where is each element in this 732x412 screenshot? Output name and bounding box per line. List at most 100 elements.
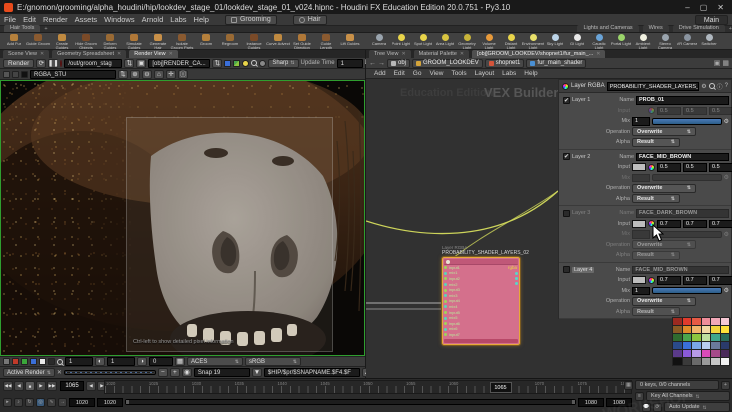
close-tab-icon[interactable]: ✕ <box>460 50 464 58</box>
exposure-icon[interactable]: ◑ <box>137 357 147 366</box>
global-start-field[interactable]: 1020 <box>69 397 95 407</box>
gear-icon[interactable]: ⚙ <box>724 174 729 181</box>
shelf-tool[interactable]: Environment Light <box>522 34 544 49</box>
input-connector-icon[interactable] <box>444 316 447 320</box>
palette-swatch[interactable] <box>682 318 691 325</box>
gear-icon[interactable]: ⚙ <box>724 118 729 125</box>
palette-swatch[interactable] <box>701 342 710 349</box>
input-g-field[interactable]: 0.5 <box>683 106 707 115</box>
shelf-tool[interactable]: Portal Light <box>610 34 632 46</box>
input-connector-icon[interactable] <box>444 322 447 326</box>
magnify-icon[interactable] <box>251 60 258 66</box>
mix-slider[interactable] <box>652 174 722 182</box>
menu-item[interactable]: Arnold <box>142 15 164 24</box>
color-swatch[interactable] <box>632 276 646 285</box>
palette-swatch[interactable] <box>701 318 710 325</box>
current-frame-field[interactable]: 1065 <box>60 381 84 391</box>
render-button[interactable]: Render <box>3 58 35 68</box>
palette-swatch[interactable] <box>692 350 701 357</box>
shelf-tool[interactable]: Distant Light <box>500 34 522 49</box>
network-menu-item[interactable]: Labs <box>502 70 516 77</box>
color-wheel-icon[interactable] <box>648 107 655 115</box>
operation-dropdown[interactable]: Overwrite ⇅ <box>632 240 696 250</box>
playhead[interactable]: 1065 <box>489 382 512 393</box>
shelf-tool[interactable]: Sky Light <box>544 34 566 46</box>
full-color-icon[interactable] <box>3 358 10 365</box>
zoom-in-icon[interactable]: ⊕ <box>130 69 140 79</box>
palette-swatch[interactable] <box>692 342 701 349</box>
pan-icon[interactable]: ✛ <box>166 69 176 79</box>
input-connector-icon[interactable] <box>444 277 447 281</box>
shelf-tool[interactable]: VR Camera <box>676 34 698 46</box>
zoom-out-icon[interactable]: ⊖ <box>142 69 152 79</box>
close-button[interactable]: ✕ <box>717 3 724 12</box>
pane-link-icon[interactable] <box>3 70 10 78</box>
palette-swatch[interactable] <box>673 326 682 333</box>
shelf-tab[interactable]: Drive Simulation <box>672 25 725 32</box>
shelf-tool[interactable]: Caustic Light <box>588 34 610 49</box>
input-r-field[interactable]: 0.5 <box>657 163 681 172</box>
range-limit-icon[interactable]: → <box>58 397 67 407</box>
close-tab-icon[interactable]: ✕ <box>40 50 44 58</box>
shelf-tool[interactable]: Geometry Light <box>456 34 478 49</box>
breadcrumb-item[interactable]: GROOM_LOOKDEV <box>412 58 483 68</box>
palette-swatch[interactable] <box>692 334 701 341</box>
layer-enable-checkbox[interactable]: ✔ <box>563 96 570 104</box>
help-icon[interactable]: ? <box>725 83 728 89</box>
gear-icon[interactable]: ⚙ <box>724 231 729 238</box>
keyframe-options-icon[interactable]: ▦ <box>624 380 633 390</box>
node-body[interactable]: rgba input1 mix1 input2 mix2 input3 mix3… <box>441 256 521 346</box>
menu-item[interactable]: Labs <box>170 15 186 24</box>
palette-swatch[interactable] <box>701 326 710 333</box>
palette-swatch[interactable] <box>682 326 691 333</box>
network-menu-item[interactable]: Add <box>374 70 386 77</box>
shelf-tool[interactable]: Instance Guides <box>242 34 266 49</box>
input-b-field[interactable]: 0.7 <box>709 276 732 285</box>
network-menu-item[interactable]: Tools <box>451 70 466 77</box>
input-r-field[interactable]: 0.7 <box>657 276 681 285</box>
palette-swatch[interactable] <box>711 318 720 325</box>
render-viewport[interactable]: Ctrl-left to show detailed pixel informa… <box>0 80 365 356</box>
playback-start-field[interactable]: 1020 <box>97 397 123 407</box>
home-view-icon[interactable]: ⌂ <box>154 69 164 79</box>
palette-swatch[interactable] <box>711 358 720 365</box>
palette-swatch[interactable] <box>682 334 691 341</box>
palette-swatch[interactable] <box>701 358 710 365</box>
mix-field[interactable] <box>632 230 650 239</box>
prev-keyframe-icon[interactable]: ◀ <box>86 381 96 391</box>
info-icon[interactable]: ⓘ <box>178 69 188 79</box>
shelf-tool[interactable]: Lift Guides <box>338 34 362 46</box>
update-time-field[interactable]: 1 <box>336 58 363 68</box>
shelf-tab[interactable]: Wires <box>642 25 669 32</box>
sim-toggle-icon[interactable]: ∿ <box>47 397 56 407</box>
clear-icon[interactable]: ✕ <box>57 369 62 376</box>
palette-swatch[interactable] <box>711 350 720 357</box>
pane-tab[interactable]: Render View ✕ <box>129 50 178 58</box>
shelf-tool[interactable]: GI Light <box>566 34 588 46</box>
mix-field[interactable]: 1 <box>632 117 650 126</box>
palette-swatch[interactable] <box>682 342 691 349</box>
snap-prev-button[interactable]: − <box>157 368 168 377</box>
alpha-dropdown[interactable]: Result ⇅ <box>632 250 680 260</box>
zoom-level-icon[interactable] <box>57 358 63 365</box>
layer-name-field[interactable]: PROB_01 <box>636 96 729 105</box>
play-icon[interactable]: ▶ <box>36 381 46 391</box>
lut-dropdown[interactable]: ACES ⇅ <box>187 357 243 366</box>
input-g-field[interactable]: 0.5 <box>683 163 707 172</box>
palette-swatch[interactable] <box>692 358 701 365</box>
jump-start-icon[interactable]: ◀◀ <box>3 381 13 391</box>
playback-end-field[interactable]: 1080 <box>578 397 604 407</box>
palette-swatch[interactable] <box>701 334 710 341</box>
alpha-dropdown[interactable]: Result ⇅ <box>632 307 680 317</box>
menu-item[interactable]: Edit <box>23 15 36 24</box>
shelf-tool[interactable]: Ambient Light <box>632 34 654 49</box>
add-key-icon[interactable]: + <box>721 380 730 390</box>
preview-quality-dropdown[interactable]: Sharp ⇅ <box>268 58 299 68</box>
layer-enable-checkbox[interactable] <box>563 266 570 274</box>
shelf-tool[interactable]: Groom <box>194 34 218 46</box>
shelf-tool[interactable]: Camera <box>368 34 390 46</box>
shelf-tool[interactable]: Generate Hair <box>146 34 170 49</box>
pane-tab[interactable]: Material Palette ✕ <box>413 50 470 58</box>
palette-swatch[interactable] <box>692 326 701 333</box>
mix-slider[interactable] <box>652 117 722 125</box>
